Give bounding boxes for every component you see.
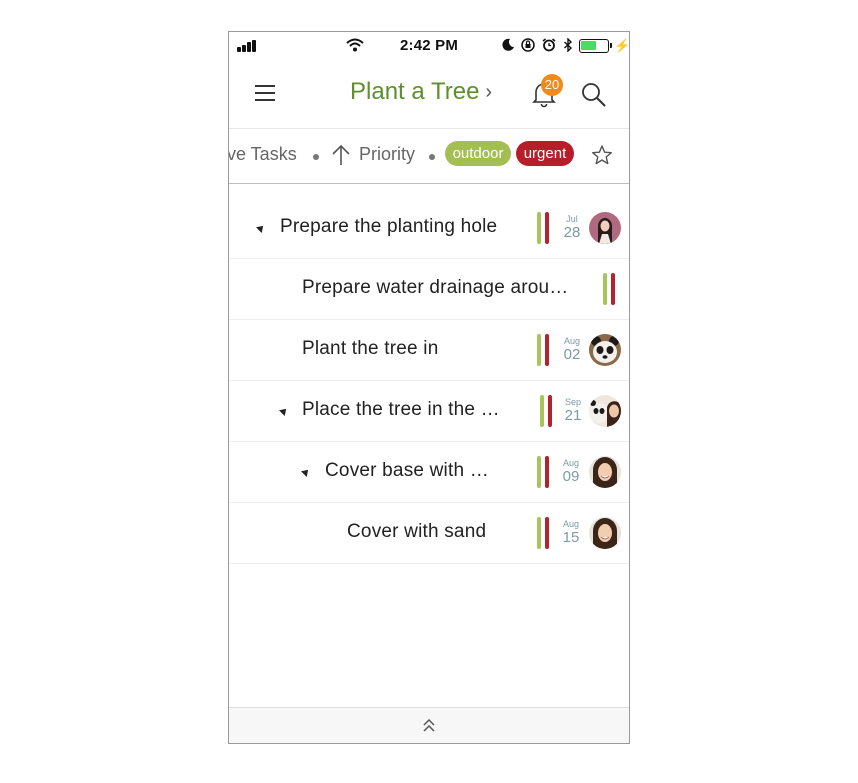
due-date: Jul 28 — [560, 214, 584, 241]
priority-bars — [537, 212, 551, 244]
task-title: Prepare water drainage arou… — [302, 277, 569, 298]
priority-bars — [537, 456, 551, 488]
project-title[interactable]: Plant a Tree › — [350, 78, 492, 106]
tag-urgent[interactable]: urgent — [516, 141, 574, 166]
task-row[interactable]: Plant the tree in Aug 02 — [229, 320, 629, 381]
alarm-icon — [542, 38, 556, 52]
bluetooth-icon — [564, 38, 573, 52]
double-chevron-up-icon[interactable] — [422, 717, 436, 733]
separator-dot — [429, 154, 435, 160]
task-row[interactable]: Cover base with … Aug 09 — [229, 442, 629, 503]
due-date: Sep 21 — [561, 397, 585, 424]
task-title: Cover base with … — [325, 460, 489, 481]
priority-bars — [537, 517, 551, 549]
priority-bars — [540, 395, 554, 427]
avatar — [589, 456, 621, 488]
task-row[interactable]: Cover with sand Aug 15 — [229, 503, 629, 564]
task-title: Place the tree in the … — [302, 399, 500, 420]
due-date: Aug 09 — [559, 458, 583, 485]
avatar — [589, 212, 621, 244]
due-day: 09 — [562, 468, 580, 485]
sort-arrow-up-icon[interactable] — [332, 144, 350, 166]
due-date: Aug 02 — [560, 336, 584, 363]
collapse-caret-icon[interactable] — [301, 467, 311, 477]
task-title: Prepare the planting hole — [280, 216, 498, 237]
due-month: Aug — [562, 519, 579, 529]
tag-outdoor[interactable]: outdoor — [445, 141, 511, 166]
due-day: 15 — [562, 529, 580, 546]
task-row[interactable]: Prepare the planting hole Jul 28 — [229, 198, 629, 259]
status-bar: 2:42 PM ⚡ — [229, 32, 629, 60]
view-filter[interactable]: ve Tasks — [229, 144, 297, 165]
sort-priority[interactable]: Priority — [359, 144, 415, 165]
due-day: 28 — [563, 224, 581, 241]
navigation-bar: Plant a Tree › 20 — [229, 60, 629, 129]
notification-badge[interactable]: 20 — [541, 74, 563, 96]
avatar — [589, 517, 621, 549]
due-month: Aug — [562, 458, 579, 468]
due-day: 21 — [564, 407, 582, 424]
task-list: Prepare the planting hole Jul 28 Prepare… — [229, 198, 629, 564]
bottom-bar — [229, 707, 629, 743]
avatar — [589, 395, 621, 427]
task-row[interactable]: Place the tree in the … Sep 21 — [229, 381, 629, 442]
task-title: Cover with sand — [347, 521, 487, 542]
due-date: Aug 15 — [559, 519, 583, 546]
due-day: 02 — [563, 346, 581, 363]
search-icon[interactable] — [581, 82, 607, 108]
collapse-caret-icon[interactable] — [256, 223, 266, 233]
hamburger-menu-icon[interactable] — [255, 84, 275, 102]
star-icon[interactable] — [591, 144, 613, 166]
project-title-text: Plant a Tree — [350, 78, 480, 105]
due-month: Aug — [563, 336, 580, 346]
collapse-caret-icon[interactable] — [279, 406, 289, 416]
filter-bar: ve Tasks Priority outdoor urgent — [229, 129, 629, 184]
priority-bars — [537, 334, 551, 366]
task-title: Plant the tree in — [302, 338, 439, 359]
charging-icon: ⚡ — [614, 38, 630, 53]
task-row[interactable]: Prepare water drainage arou… — [229, 259, 629, 320]
avatar — [589, 334, 621, 366]
separator-dot — [313, 154, 319, 160]
due-month: Jul — [566, 214, 578, 224]
chevron-right-icon: › — [485, 81, 493, 103]
priority-bars — [603, 273, 617, 305]
due-month: Sep — [564, 397, 581, 407]
phone-frame: 2:42 PM ⚡ Plant a Tree › 20 ve Tasks Pri… — [228, 31, 630, 744]
battery-icon — [579, 39, 612, 53]
rotation-lock-icon — [521, 38, 535, 52]
moon-icon — [502, 38, 514, 51]
